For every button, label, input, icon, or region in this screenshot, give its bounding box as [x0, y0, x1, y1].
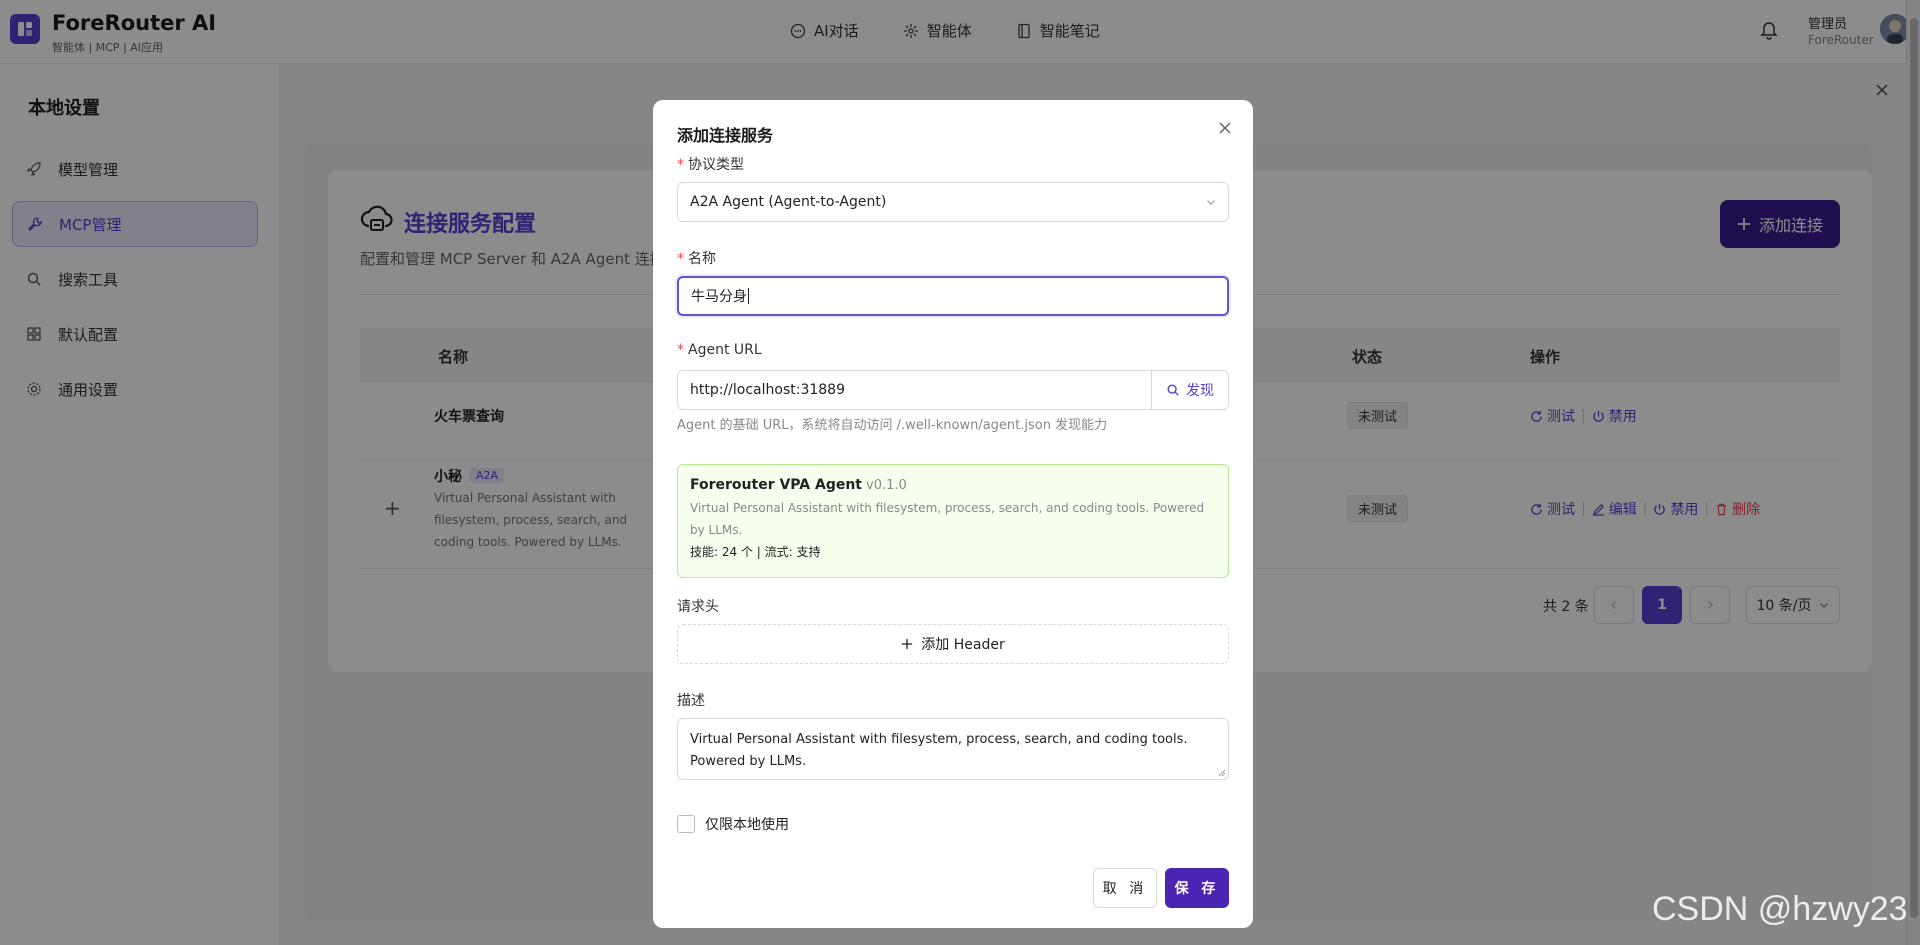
protocol-select[interactable]: A2A Agent (Agent-to-Agent): [677, 182, 1229, 222]
chevron-down-icon: [1207, 200, 1215, 205]
local-only-checkbox[interactable]: [677, 815, 695, 833]
name-input[interactable]: 牛马分身: [677, 276, 1229, 316]
description-textarea[interactable]: Virtual Personal Assistant with filesyst…: [677, 718, 1229, 780]
close-icon: [1219, 122, 1231, 134]
url-input[interactable]: http://localhost:31889: [678, 371, 1152, 409]
add-header-label: 添加 Header: [921, 637, 1005, 653]
url-help-text: Agent 的基础 URL，系统将自动访问 /.well-known/agent…: [677, 418, 1108, 433]
modal-close-button[interactable]: [1217, 120, 1233, 140]
agent-info-panel: Forerouter VPA Agent v0.1.0 Virtual Perso…: [677, 464, 1229, 578]
plus-icon: [902, 638, 913, 650]
name-label: * 名称: [677, 251, 716, 267]
local-only-label: 仅限本地使用: [705, 817, 789, 833]
add-header-button[interactable]: 添加 Header: [677, 624, 1229, 664]
local-only-option[interactable]: 仅限本地使用: [677, 814, 789, 834]
name-value: 牛马分身: [691, 289, 747, 305]
agent-stats: 技能: 24 个 | 流式: 支持: [690, 545, 821, 559]
cancel-button[interactable]: 取 消: [1093, 868, 1157, 908]
url-label: * Agent URL: [677, 342, 762, 358]
discover-label: 发现: [1186, 383, 1214, 399]
headers-label: 请求头: [677, 599, 719, 615]
add-connection-modal: 添加连接服务 * 协议类型 A2A Agent (Agent-to-Agent) …: [653, 100, 1253, 928]
agent-description: Virtual Personal Assistant with filesyst…: [690, 501, 1205, 537]
text-caret: [748, 288, 749, 304]
agent-name: Forerouter VPA Agent: [690, 477, 862, 493]
search-icon: [1167, 384, 1179, 396]
discover-button[interactable]: 发现: [1152, 371, 1228, 409]
protocol-label: * 协议类型: [677, 157, 744, 173]
url-input-group: http://localhost:31889 发现: [677, 370, 1229, 410]
watermark: CSDN @hzwy23: [1652, 890, 1908, 928]
resize-grip-icon[interactable]: [1218, 769, 1226, 777]
protocol-value: A2A Agent (Agent-to-Agent): [690, 194, 887, 210]
save-button[interactable]: 保 存: [1165, 868, 1229, 908]
modal-title: 添加连接服务: [677, 126, 774, 145]
agent-version: v0.1.0: [866, 478, 907, 493]
description-value: Virtual Personal Assistant with filesyst…: [690, 732, 1188, 769]
description-label: 描述: [677, 693, 705, 709]
